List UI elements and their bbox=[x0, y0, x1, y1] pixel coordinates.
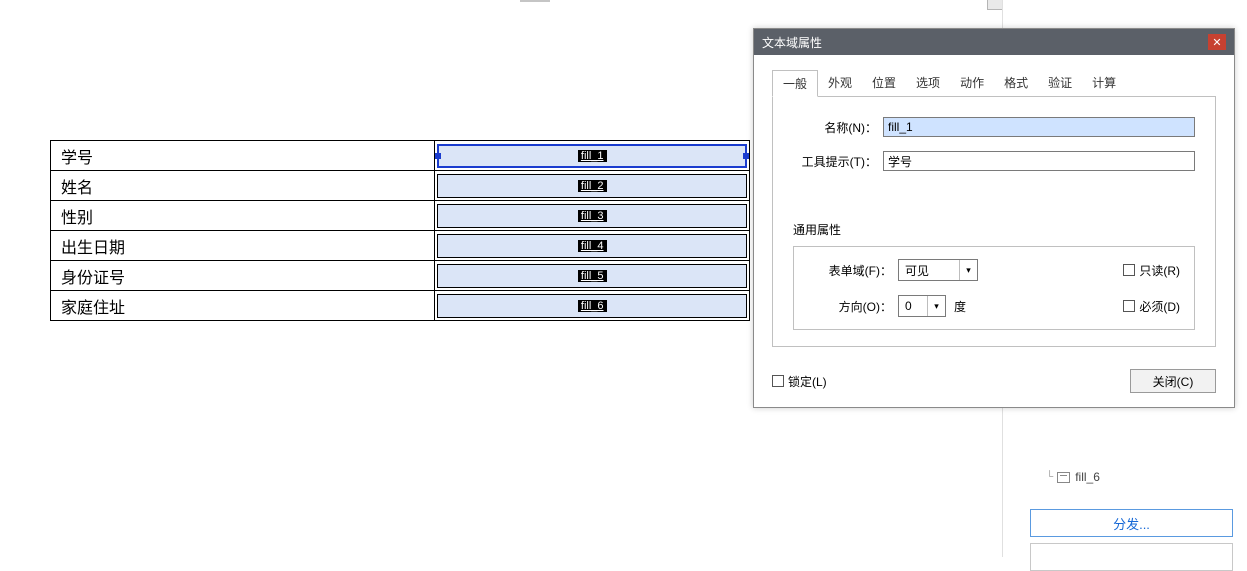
form-field-name: fill_3 bbox=[578, 210, 607, 222]
table-row: 家庭住址 fill_6 bbox=[51, 291, 750, 321]
field-tree-item[interactable]: └ fill_6 bbox=[1046, 470, 1100, 484]
form-field[interactable]: fill_4 bbox=[437, 234, 747, 258]
orientation-unit: 度 bbox=[954, 298, 966, 315]
tree-branch-icon: └ bbox=[1046, 470, 1053, 484]
distribute-button[interactable]: 分发... bbox=[1030, 509, 1233, 537]
text-field-properties-dialog: 文本域属性 ✕ 一般 外观 位置 选项 动作 格式 验证 计算 名称(N)： 工… bbox=[753, 28, 1235, 408]
field-tree-item-label: fill_6 bbox=[1075, 470, 1100, 484]
form-field-select-value: 可见 bbox=[899, 262, 959, 279]
tab-general[interactable]: 一般 bbox=[772, 70, 818, 97]
tooltip-label: 工具提示(T)： bbox=[793, 153, 883, 170]
form-field[interactable]: fill_1 bbox=[437, 144, 747, 168]
checkbox-icon bbox=[1123, 300, 1135, 312]
form-field-name: fill_6 bbox=[578, 300, 607, 312]
checkbox-icon bbox=[1123, 264, 1135, 276]
tab-actions[interactable]: 动作 bbox=[950, 70, 994, 97]
form-field-select[interactable]: 可见 ▾ bbox=[898, 259, 978, 281]
readonly-checkbox[interactable]: 只读(R) bbox=[1123, 262, 1180, 279]
tab-appearance[interactable]: 外观 bbox=[818, 70, 862, 97]
table-row: 性别 fill_3 bbox=[51, 201, 750, 231]
table-row: 姓名 fill_2 bbox=[51, 171, 750, 201]
row-label: 出生日期 bbox=[51, 231, 435, 261]
general-panel: 名称(N)： 工具提示(T)： 通用属性 表单域(F)： 可见 ▾ bbox=[772, 97, 1216, 347]
table-row: 出生日期 fill_4 bbox=[51, 231, 750, 261]
readonly-label: 只读(R) bbox=[1139, 262, 1180, 279]
form-field[interactable]: fill_3 bbox=[437, 204, 747, 228]
tab-calculate[interactable]: 计算 bbox=[1082, 70, 1126, 97]
close-button[interactable]: 关闭(C) bbox=[1130, 369, 1216, 393]
row-field-cell: fill_2 bbox=[435, 171, 750, 201]
form-field-label: 表单域(F)： bbox=[808, 262, 898, 279]
orientation-label: 方向(O)： bbox=[808, 298, 898, 315]
checkbox-icon bbox=[772, 375, 784, 387]
tab-format[interactable]: 格式 bbox=[994, 70, 1038, 97]
dialog-title-text: 文本域属性 bbox=[762, 34, 822, 51]
tab-validate[interactable]: 验证 bbox=[1038, 70, 1082, 97]
required-checkbox[interactable]: 必须(D) bbox=[1123, 298, 1180, 315]
table-row: 身份证号 fill_5 bbox=[51, 261, 750, 291]
form-field[interactable]: fill_5 bbox=[437, 264, 747, 288]
form-field-name: fill_1 bbox=[578, 150, 607, 162]
dialog-tabs: 一般 外观 位置 选项 动作 格式 验证 计算 bbox=[772, 69, 1216, 97]
row-field-cell: fill_1 bbox=[435, 141, 750, 171]
row-field-cell: fill_5 bbox=[435, 261, 750, 291]
document-form-area: 学号 fill_1 姓名 fill_2 性别 fill_3 出生日期 fill_4 身份证号 fi… bbox=[50, 140, 750, 321]
tooltip-input[interactable] bbox=[883, 151, 1195, 171]
tab-position[interactable]: 位置 bbox=[862, 70, 906, 97]
form-field-name: fill_4 bbox=[578, 240, 607, 252]
close-icon[interactable]: ✕ bbox=[1208, 34, 1226, 50]
lock-checkbox[interactable]: 锁定(L) bbox=[772, 373, 827, 390]
chevron-down-icon: ▾ bbox=[959, 260, 977, 280]
row-field-cell: fill_4 bbox=[435, 231, 750, 261]
required-label: 必须(D) bbox=[1139, 298, 1180, 315]
lock-label: 锁定(L) bbox=[788, 373, 827, 390]
panel-cutoff bbox=[1030, 543, 1233, 571]
row-label: 家庭住址 bbox=[51, 291, 435, 321]
name-label: 名称(N)： bbox=[793, 119, 883, 136]
common-properties-group: 表单域(F)： 可见 ▾ 只读(R) 方向(O)： 0 ▾ bbox=[793, 246, 1195, 330]
form-field[interactable]: fill_2 bbox=[437, 174, 747, 198]
form-table: 学号 fill_1 姓名 fill_2 性别 fill_3 出生日期 fill_4 身份证号 fi… bbox=[50, 140, 750, 321]
row-label: 身份证号 bbox=[51, 261, 435, 291]
tab-options[interactable]: 选项 bbox=[906, 70, 950, 97]
row-field-cell: fill_6 bbox=[435, 291, 750, 321]
form-field-name: fill_5 bbox=[578, 270, 607, 282]
table-row: 学号 fill_1 bbox=[51, 141, 750, 171]
text-field-icon bbox=[1057, 472, 1070, 483]
row-label: 学号 bbox=[51, 141, 435, 171]
common-properties-title: 通用属性 bbox=[793, 221, 1195, 238]
row-label: 姓名 bbox=[51, 171, 435, 201]
orientation-select[interactable]: 0 ▾ bbox=[898, 295, 946, 317]
row-field-cell: fill_3 bbox=[435, 201, 750, 231]
form-field[interactable]: fill_6 bbox=[437, 294, 747, 318]
dialog-footer: 锁定(L) 关闭(C) bbox=[754, 359, 1234, 407]
row-label: 性别 bbox=[51, 201, 435, 231]
form-field-name: fill_2 bbox=[578, 180, 607, 192]
orientation-select-value: 0 bbox=[899, 299, 927, 313]
name-input[interactable] bbox=[883, 117, 1195, 137]
chevron-down-icon: ▾ bbox=[927, 296, 945, 316]
dialog-titlebar[interactable]: 文本域属性 ✕ bbox=[754, 29, 1234, 55]
